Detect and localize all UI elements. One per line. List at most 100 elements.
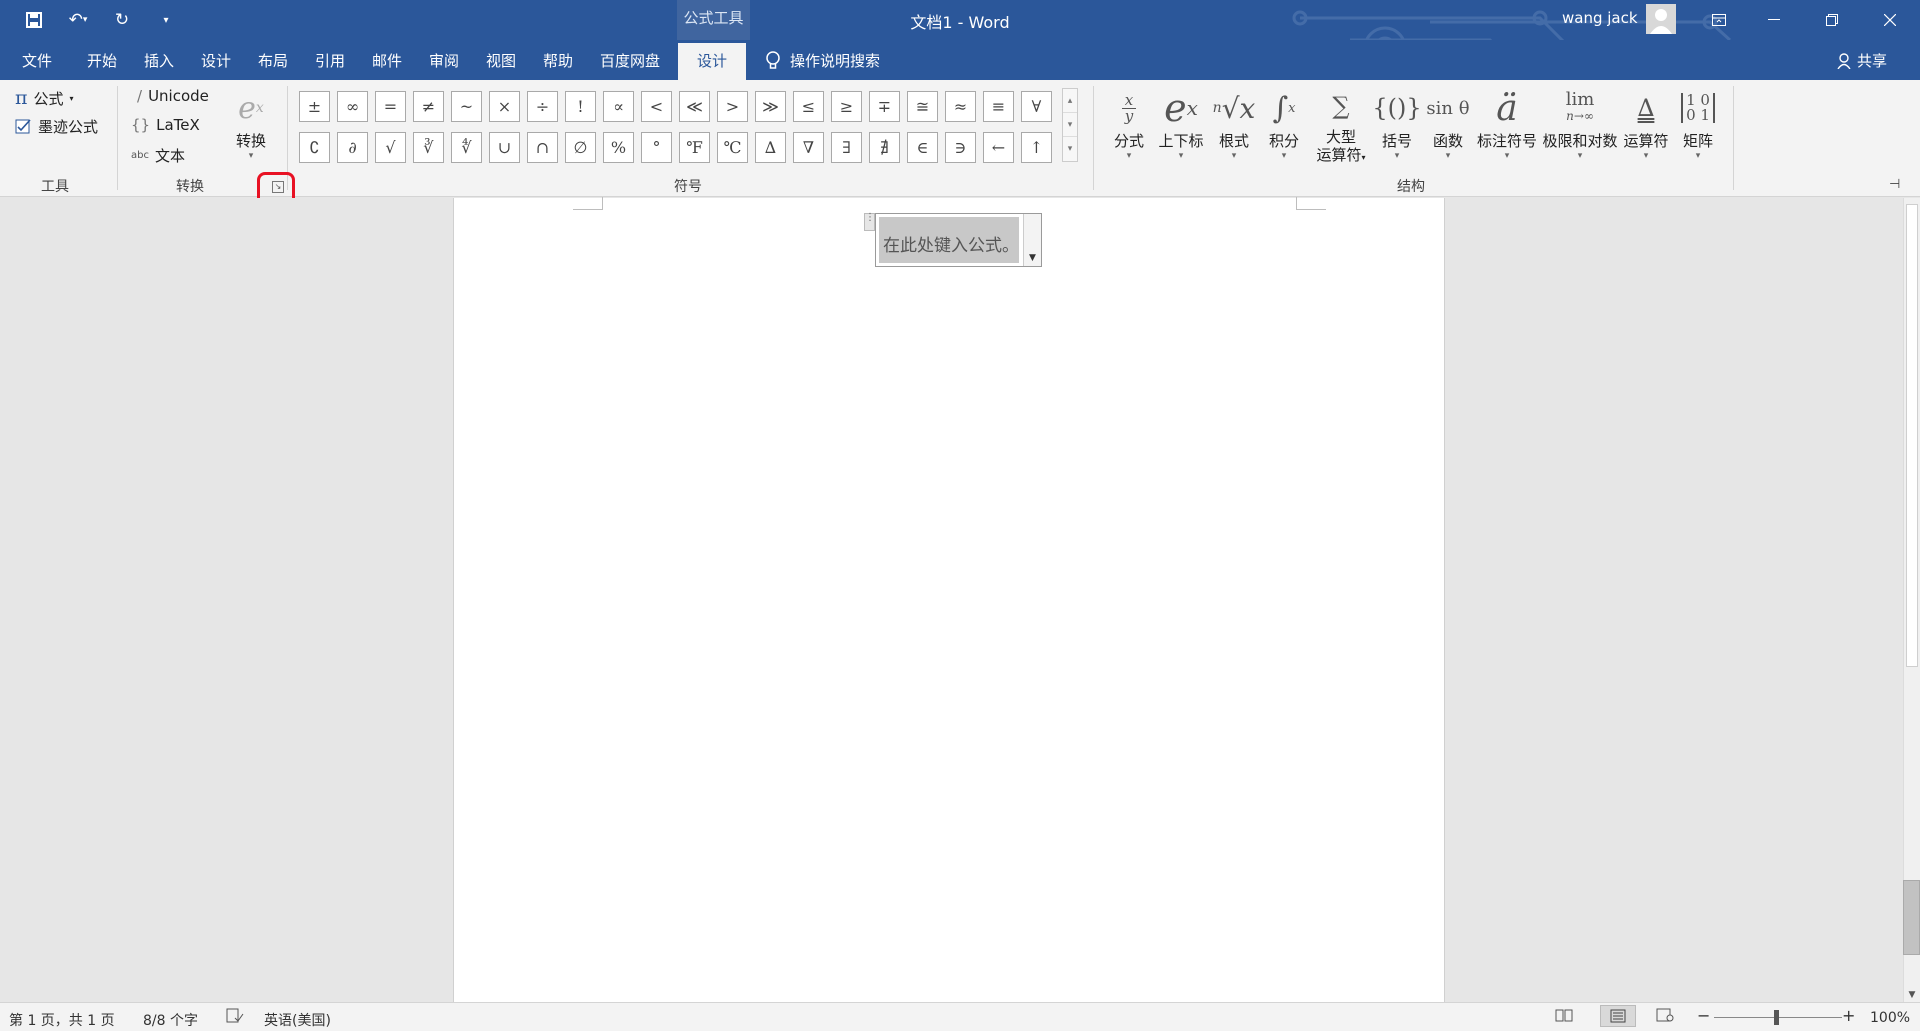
undo-icon[interactable]: ↶ ▾ xyxy=(64,6,92,34)
scroll-down-arrow-icon[interactable]: ▼ xyxy=(1904,990,1920,1000)
proofing-icon[interactable] xyxy=(226,1008,244,1028)
symbol-button[interactable]: ∛ xyxy=(413,132,444,163)
text-option[interactable]: abc 文本 xyxy=(131,145,185,166)
accent-button[interactable]: ä 标注符号 ▾ xyxy=(1474,84,1540,162)
tab-baidu-netdisk[interactable]: 百度网盘 xyxy=(600,50,660,71)
symbol-button[interactable]: ≥ xyxy=(831,91,862,122)
equation-placeholder[interactable]: 在此处键入公式。 xyxy=(879,217,1019,263)
scroll-position-marker[interactable] xyxy=(1903,880,1920,955)
symbol-button[interactable]: ≡ xyxy=(983,91,1014,122)
zoom-slider-thumb[interactable] xyxy=(1774,1010,1779,1025)
symbol-button[interactable]: ≈ xyxy=(945,91,976,122)
ink-equation-button[interactable]: 墨迹公式 xyxy=(15,116,98,137)
language[interactable]: 英语(美国) xyxy=(264,1010,331,1030)
tab-home[interactable]: 开始 xyxy=(87,50,117,71)
symbol-button[interactable]: ℉ xyxy=(679,132,710,163)
symbol-button[interactable]: ∜ xyxy=(451,132,482,163)
web-layout-icon[interactable] xyxy=(1656,1008,1674,1026)
page-count[interactable]: 第 1 页，共 1 页 xyxy=(9,1010,115,1030)
zoom-level[interactable]: 100% xyxy=(1870,1010,1910,1026)
word-count[interactable]: 8/8 个字 xyxy=(143,1010,198,1030)
symbol-button[interactable]: ∃ xyxy=(831,132,862,163)
tab-help[interactable]: 帮助 xyxy=(543,50,573,71)
fraction-button[interactable]: xy 分式 ▾ xyxy=(1109,84,1149,162)
symbol-button[interactable]: ∅ xyxy=(565,132,596,163)
symbol-button[interactable]: × xyxy=(489,91,520,122)
symbol-button[interactable]: ∄ xyxy=(869,132,900,163)
tab-review[interactable]: 审阅 xyxy=(429,50,459,71)
script-button[interactable]: ex 上下标 ▾ xyxy=(1155,84,1207,162)
symbol-button[interactable]: ∀ xyxy=(1021,91,1052,122)
tab-view[interactable]: 视图 xyxy=(486,50,516,71)
symbol-button[interactable]: ≪ xyxy=(679,91,710,122)
close-icon[interactable] xyxy=(1867,0,1913,40)
symbol-button[interactable]: < xyxy=(641,91,672,122)
unicode-option[interactable]: / Unicode xyxy=(137,87,209,105)
equation-options-chevron-icon[interactable]: ▼ xyxy=(1023,214,1041,266)
matrix-button[interactable]: 1 00 1 矩阵 ▾ xyxy=(1675,84,1721,162)
convert-button[interactable]: ex 转换 ▾ xyxy=(228,84,274,162)
print-layout-icon[interactable] xyxy=(1600,1005,1636,1027)
zoom-in-icon[interactable]: + xyxy=(1842,1006,1855,1025)
tell-me-search[interactable]: 操作说明搜索 xyxy=(766,50,880,71)
large-operator-button[interactable]: ∑ 大型 运算符▾ xyxy=(1311,84,1371,167)
collapse-ribbon-icon[interactable]: ⊣ xyxy=(1889,177,1900,192)
integral-button[interactable]: ∫ x 积分 ▾ xyxy=(1263,84,1305,162)
save-icon[interactable] xyxy=(20,6,48,34)
gallery-more-icon[interactable]: ▾ xyxy=(1063,137,1077,161)
share-button[interactable]: 共享 xyxy=(1837,50,1887,71)
equation-button[interactable]: π 公式 ▾ xyxy=(15,87,74,109)
symbol-button[interactable]: ∪ xyxy=(489,132,520,163)
symbol-button[interactable]: ∇ xyxy=(793,132,824,163)
tab-mailings[interactable]: 邮件 xyxy=(372,50,402,71)
symbol-button[interactable]: ∈ xyxy=(907,132,938,163)
symbol-button[interactable]: = xyxy=(375,91,406,122)
equation-container[interactable]: 在此处键入公式。 ▼ xyxy=(875,213,1042,267)
symbol-button[interactable]: ℃ xyxy=(717,132,748,163)
symbol-button[interactable]: ° xyxy=(641,132,672,163)
symbol-button[interactable]: ≠ xyxy=(413,91,444,122)
tab-layout[interactable]: 布局 xyxy=(258,50,288,71)
user-name[interactable]: wang jack xyxy=(1562,9,1638,27)
symbol-button[interactable]: ∩ xyxy=(527,132,558,163)
symbol-button[interactable]: ∋ xyxy=(945,132,976,163)
equation-move-handle[interactable]: ⋮ xyxy=(864,213,875,231)
symbol-button[interactable]: √ xyxy=(375,132,406,163)
radical-button[interactable]: n √x 根式 ▾ xyxy=(1212,84,1256,162)
tab-design[interactable]: 设计 xyxy=(201,50,231,71)
symbol-button[interactable]: ∓ xyxy=(869,91,900,122)
tab-references[interactable]: 引用 xyxy=(315,50,345,71)
function-button[interactable]: sin θ 函数 ▾ xyxy=(1425,84,1471,162)
symbol-button[interactable]: ≤ xyxy=(793,91,824,122)
symbol-button[interactable]: ∁ xyxy=(299,132,330,163)
customize-qat-icon[interactable]: ▾ xyxy=(152,6,180,34)
symbol-button[interactable]: ↑ xyxy=(1021,132,1052,163)
limit-log-button[interactable]: lim n→∞ 极限和对数 ▾ xyxy=(1542,84,1618,162)
zoom-out-icon[interactable]: − xyxy=(1697,1006,1710,1025)
restore-icon[interactable] xyxy=(1809,0,1855,40)
latex-option[interactable]: {} LaTeX xyxy=(131,116,200,134)
tab-file[interactable]: 文件 xyxy=(22,50,52,71)
symbol-button[interactable]: ∆ xyxy=(755,132,786,163)
operator-button[interactable]: ∆ 运算符 ▾ xyxy=(1620,84,1672,162)
symbol-button[interactable]: ∝ xyxy=(603,91,634,122)
symbol-button[interactable]: ! xyxy=(565,91,596,122)
document-page[interactable] xyxy=(453,197,1445,1002)
ribbon-display-options-icon[interactable] xyxy=(1696,0,1742,40)
symbol-button[interactable]: ≅ xyxy=(907,91,938,122)
symbol-button[interactable]: ~ xyxy=(451,91,482,122)
symbol-button[interactable]: ← xyxy=(983,132,1014,163)
symbol-button[interactable]: ÷ xyxy=(527,91,558,122)
symbol-button[interactable]: > xyxy=(717,91,748,122)
symbol-button[interactable]: % xyxy=(603,132,634,163)
scroll-up-icon[interactable]: ▴ xyxy=(1063,89,1077,113)
symbol-button[interactable]: ≫ xyxy=(755,91,786,122)
read-mode-icon[interactable] xyxy=(1555,1008,1573,1026)
avatar[interactable] xyxy=(1646,4,1676,34)
minimize-icon[interactable] xyxy=(1751,0,1797,40)
symbol-button[interactable]: ∂ xyxy=(337,132,368,163)
scrollbar-thumb[interactable] xyxy=(1906,204,1918,667)
tab-equation-design[interactable]: 设计 xyxy=(678,43,747,80)
symbol-button[interactable]: ∞ xyxy=(337,91,368,122)
symbol-gallery-scroll[interactable]: ▴ ▾ ▾ xyxy=(1062,88,1078,162)
